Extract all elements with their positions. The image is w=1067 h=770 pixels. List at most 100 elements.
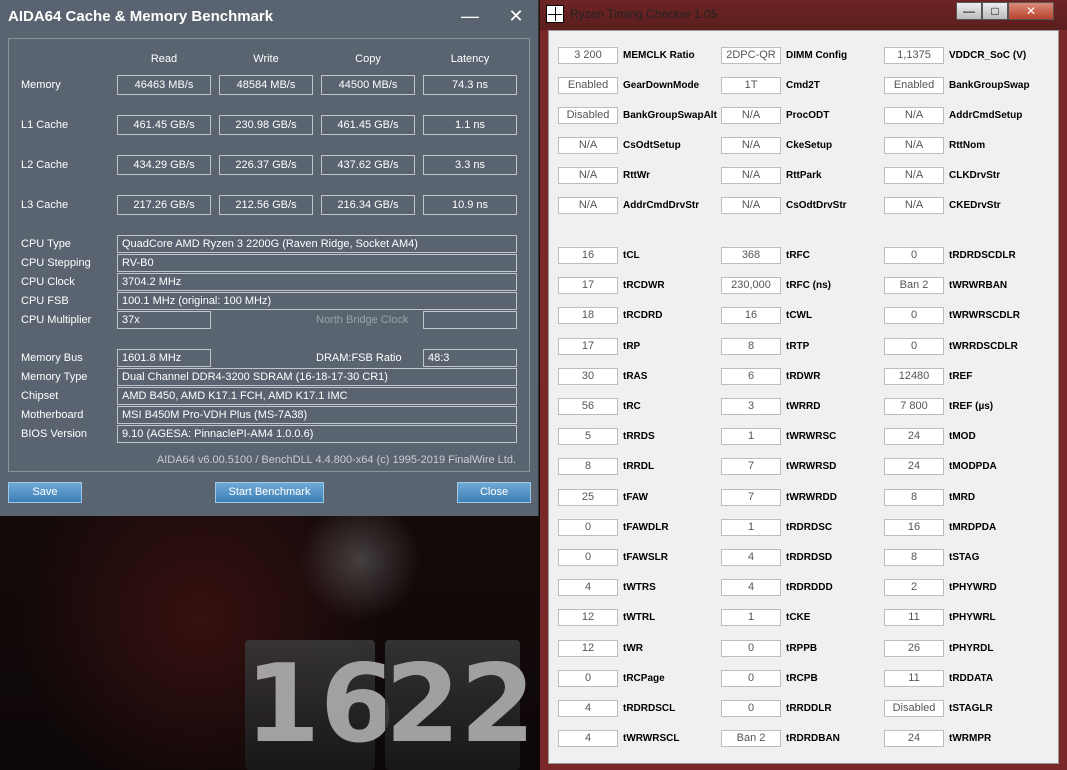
value-ckesetup[interactable]: N/A [721,137,781,154]
cpu-fsb-label: CPU FSB [21,295,69,307]
value-bankgroupswapalt[interactable]: Disabled [558,107,618,124]
value-dimm-config[interactable]: 2DPC-QR [721,47,781,64]
value-ckedrvstr[interactable]: N/A [884,197,944,214]
value-tcl[interactable]: 16 [558,247,618,264]
value-rttnom[interactable]: N/A [884,137,944,154]
close-icon[interactable]: ✕ [1008,2,1054,20]
value-addrcmdsetup[interactable]: N/A [884,107,944,124]
value-tfaw[interactable]: 25 [558,488,618,506]
value-tphyrdl[interactable]: 26 [884,639,944,657]
cpu-clock-value: 3704.2 MHz [117,273,517,291]
value-twrwrban[interactable]: Ban 2 [884,277,944,295]
value-tcwl[interactable]: 16 [721,307,781,325]
cpu-type-value: QuadCore AMD Ryzen 3 2200G (Raven Ridge,… [117,235,517,253]
label-addrcmddrvstr: AddrCmdDrvStr [623,200,700,211]
value-trfc-ns[interactable]: 230,000 [721,277,781,295]
value-csodtsetup[interactable]: N/A [558,137,618,154]
value-trdrdsc[interactable]: 1 [721,518,781,536]
value-vddcr-soc-v[interactable]: 1,1375 [884,47,944,64]
value-tras[interactable]: 30 [558,367,618,385]
value-trcdrd[interactable]: 18 [558,307,618,325]
label-trdrdban: tRDRDBAN [786,733,840,745]
value-cmd2t[interactable]: 1T [721,77,781,94]
value-trcdwr[interactable]: 17 [558,277,618,295]
label-tcke: tCKE [786,612,811,624]
value-tmodpda[interactable]: 24 [884,458,944,476]
value-trdrdsd[interactable]: 4 [721,549,781,566]
value-tfawslr[interactable]: 0 [558,549,618,566]
value-tstag[interactable]: 8 [884,549,944,566]
label-tcwl: tCWL [786,310,813,322]
aida64-titlebar[interactable]: AIDA64 Cache & Memory Benchmark — ✕ [0,0,538,34]
value-rttpark[interactable]: N/A [721,167,781,184]
value-trtp[interactable]: 8 [721,337,781,355]
l3-latency-value: 10.9 ns [423,195,517,215]
cpu-stepping-label: CPU Stepping [21,257,91,269]
value-trdrdscl[interactable]: 4 [558,700,618,717]
label-ckedrvstr: CKEDrvStr [949,200,1001,211]
value-trppb[interactable]: 0 [721,639,781,657]
value-tphywrl[interactable]: 11 [884,609,944,627]
value-trdrddd[interactable]: 4 [721,579,781,597]
label-tphywrd: tPHYWRD [949,582,997,594]
cpu-multiplier-label: CPU Multiplier [21,314,92,326]
minimize-icon[interactable]: — [458,4,482,28]
value-bankgroupswap[interactable]: Enabled [884,77,944,94]
value-trdrdscdlr[interactable]: 0 [884,247,944,264]
start-benchmark-button[interactable]: Start Benchmark [215,482,324,503]
value-tmrd[interactable]: 8 [884,488,944,506]
l1-read-value: 461.45 GB/s [117,115,211,135]
close-icon[interactable]: ✕ [504,4,528,28]
value-twrrd[interactable]: 3 [721,398,781,415]
value-tmod[interactable]: 24 [884,428,944,446]
minimize-icon[interactable]: — [956,2,982,20]
save-button[interactable]: Save [8,482,82,503]
value-trddata[interactable]: 11 [884,669,944,687]
label-procodt: ProcODT [786,110,830,121]
value-trrdl[interactable]: 8 [558,458,618,476]
value-trdwr[interactable]: 6 [721,367,781,385]
value-tref-s[interactable]: 7 800 [884,398,944,415]
value-twrwrsd[interactable]: 7 [721,458,781,476]
value-trdrdban[interactable]: Ban 2 [721,730,781,748]
label-tfaw: tFAW [623,491,648,503]
value-twtrs[interactable]: 4 [558,579,618,597]
value-memclk-ratio[interactable]: 3 200 [558,47,618,64]
label-twrrd: tWRRD [786,401,821,412]
value-trcpb[interactable]: 0 [721,669,781,687]
value-tcke[interactable]: 1 [721,609,781,627]
value-addrcmddrvstr[interactable]: N/A [558,197,618,214]
value-twrrdscdlr[interactable]: 0 [884,337,944,355]
value-twtrl[interactable]: 12 [558,609,618,627]
version-footer: AIDA64 v6.00.5100 / BenchDLL 4.4.800-x64… [156,454,516,466]
value-geardownmode[interactable]: Enabled [558,77,618,94]
value-rttwr[interactable]: N/A [558,167,618,184]
value-tstaglr[interactable]: Disabled [884,700,944,717]
value-twrwrsc[interactable]: 1 [721,428,781,446]
value-trrds[interactable]: 5 [558,428,618,446]
value-trfc[interactable]: 368 [721,247,781,264]
value-twrwrscdlr[interactable]: 0 [884,307,944,325]
value-twr[interactable]: 12 [558,639,618,657]
value-tref[interactable]: 12480 [884,367,944,385]
maximize-icon[interactable]: □ [982,2,1008,20]
value-tmrdpda[interactable]: 16 [884,518,944,536]
ryzen-timing-checker-window: Ryzen Timing Checker 1.05 — □ ✕ 3 200 MEM… [540,0,1067,770]
value-trrddlr[interactable]: 0 [721,700,781,717]
rtc-titlebar[interactable]: Ryzen Timing Checker 1.05 — □ ✕ [540,0,1067,30]
value-clkdrvstr[interactable]: N/A [884,167,944,184]
l3-read-value: 217.26 GB/s [117,195,211,215]
value-tfawdlr[interactable]: 0 [558,518,618,536]
value-tphywrd[interactable]: 2 [884,579,944,597]
value-twrmpr[interactable]: 24 [884,730,944,748]
value-procodt[interactable]: N/A [721,107,781,124]
close-button[interactable]: Close [457,482,531,503]
value-trcpage[interactable]: 0 [558,669,618,687]
value-twrwrdd[interactable]: 7 [721,488,781,506]
value-trc[interactable]: 56 [558,398,618,415]
l1-latency-value: 1.1 ns [423,115,517,135]
value-twrwrscl[interactable]: 4 [558,730,618,748]
value-csodtdrvstr[interactable]: N/A [721,197,781,214]
clock-hours: 16 [245,640,395,770]
value-trp[interactable]: 17 [558,337,618,355]
